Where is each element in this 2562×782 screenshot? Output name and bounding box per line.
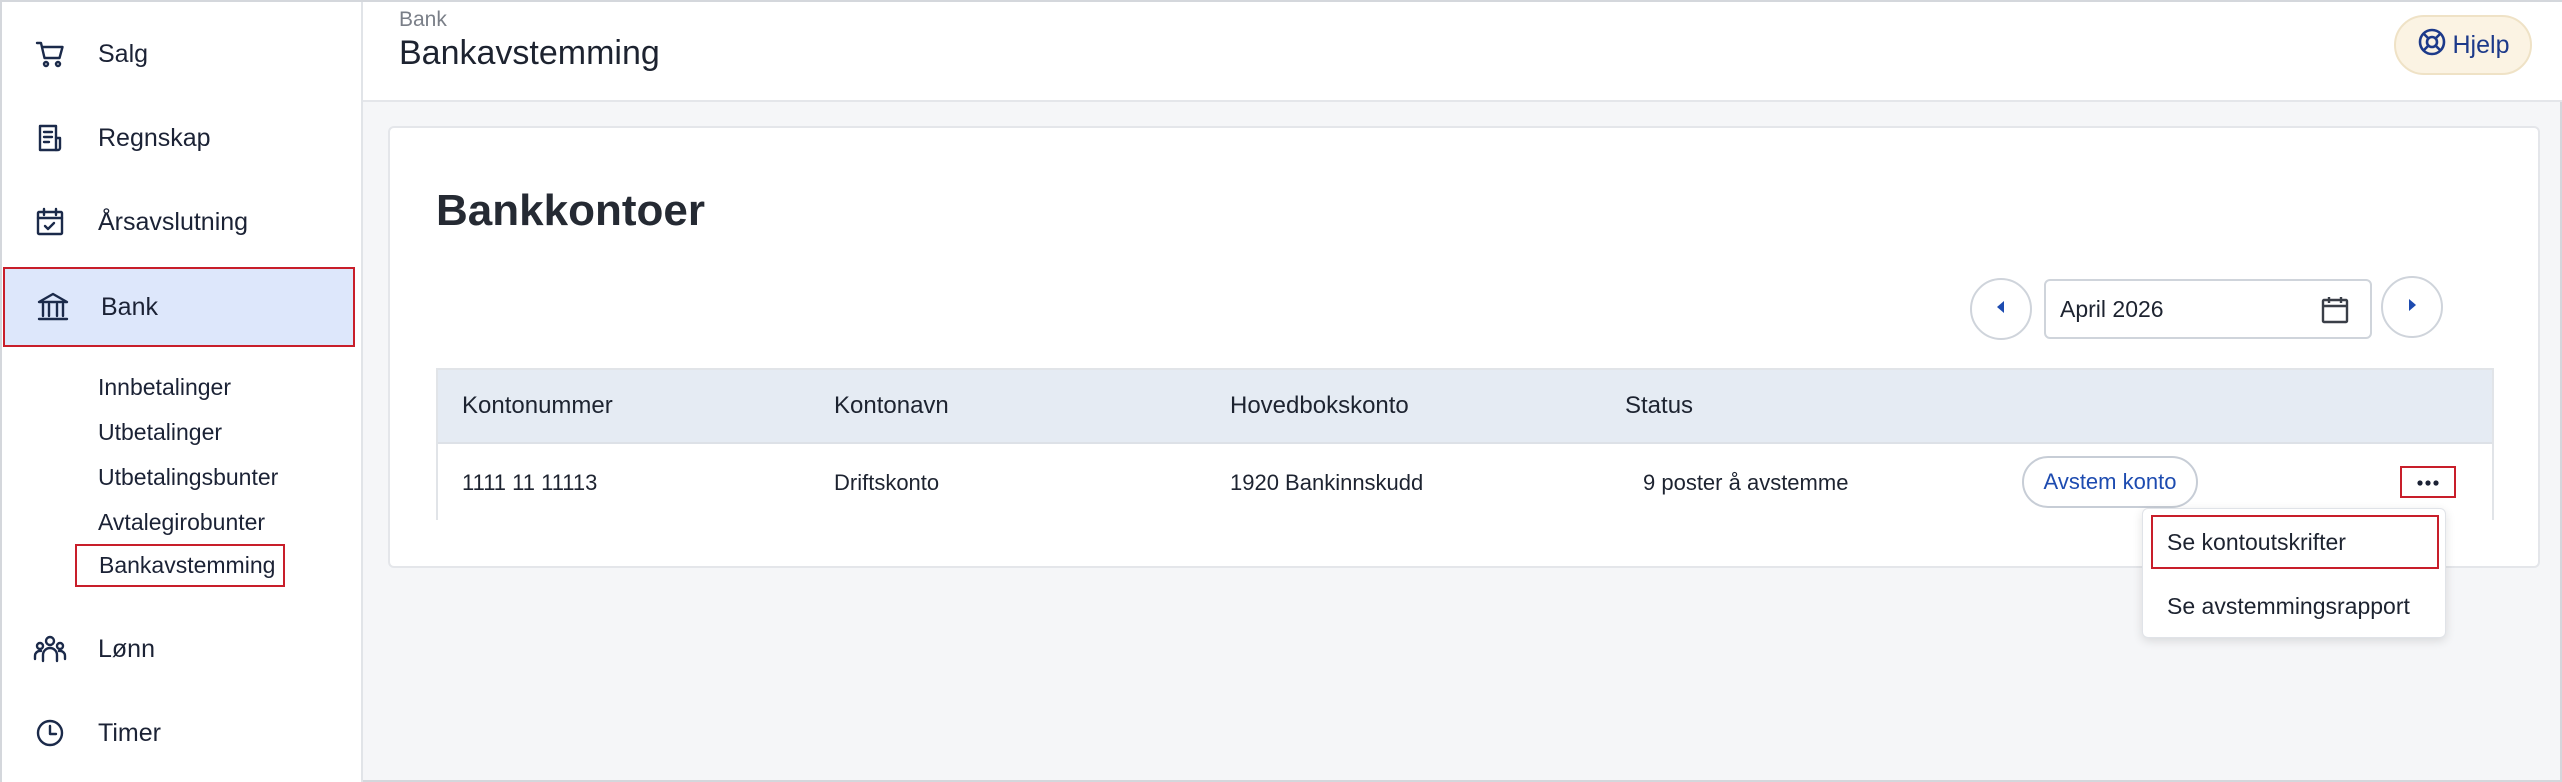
help-button[interactable]: Hjelp [2394, 15, 2532, 75]
cell-hovedbokskonto: 1920 Bankinnskudd [1230, 470, 1424, 495]
cell-kontonavn: Driftskonto [834, 470, 940, 495]
column-header-status: Status [1625, 392, 1694, 419]
lifebuoy-icon [2417, 27, 2447, 64]
column-header-kontonavn: Kontonavn [834, 392, 949, 419]
sidebar-item-label: Timer [98, 718, 161, 747]
menu-item-se-avstemmingsrapport[interactable]: Se avstemmingsrapport [2151, 579, 2439, 633]
calendar-icon[interactable] [2320, 295, 2350, 331]
sidebar-item-timer[interactable]: Timer [2, 693, 355, 773]
ellipsis-icon [2417, 473, 2439, 491]
table-header: Kontonummer Kontonavn Hovedbokskonto Sta… [438, 370, 2492, 444]
sidebar-subitem-innbetalinger[interactable]: Innbetalinger [98, 374, 231, 401]
sidebar-subitem-utbetalinger[interactable]: Utbetalinger [98, 419, 222, 446]
sidebar-item-bank[interactable]: Bank [3, 267, 355, 347]
sidebar-item-label: Årsavslutning [98, 207, 249, 236]
calendar-check-icon [30, 202, 70, 242]
previous-period-button[interactable] [1970, 278, 2032, 340]
period-value: April 2026 [2060, 295, 2164, 322]
next-period-button-ctl[interactable] [2381, 276, 2443, 338]
column-header-hovedbokskonto: Hovedbokskonto [1230, 392, 1409, 419]
row-actions-menu: Se kontoutskrifter Se avstemmingsrapport [2142, 508, 2446, 638]
sidebar-item-label: Bank [101, 292, 158, 321]
sidebar-item-label: Salg [98, 39, 149, 68]
period-picker[interactable]: April 2026 [2044, 279, 2372, 339]
caret-right-icon [2405, 297, 2419, 318]
sidebar-subitem-bankavstemming[interactable]: Bankavstemming [75, 544, 286, 587]
card-title: Bankkontoer [436, 186, 705, 235]
sidebar-item-regnskap[interactable]: Regnskap [2, 98, 355, 178]
sidebar-subitem-utbetalingsbunter[interactable]: Utbetalingsbunter [98, 464, 278, 491]
bank-icon [33, 287, 73, 327]
breadcrumb[interactable]: Bank [399, 8, 447, 32]
ledger-icon [30, 118, 70, 158]
sidebar-item-salg[interactable]: Salg [2, 14, 355, 94]
page-title: Bankavstemming [399, 34, 660, 72]
app-window: Salg Regnskap Årsavslutning Bank Innbeta… [0, 0, 2562, 782]
people-icon [30, 629, 70, 669]
more-actions-button[interactable] [2400, 466, 2456, 498]
sidebar-subitem-avtalegirobunter[interactable]: Avtalegirobunter [98, 509, 265, 536]
sidebar-item-label: Lønn [98, 634, 155, 663]
sidebar-item-arsavslutning[interactable]: Årsavslutning [2, 182, 355, 262]
cell-status: 9 poster å avstemme [1643, 470, 1849, 495]
sidebar: Salg Regnskap Årsavslutning Bank Innbeta… [2, 2, 363, 782]
clock-icon [30, 713, 70, 753]
reconcile-account-button[interactable]: Avstem konto [2022, 456, 2198, 508]
column-header-kontonummer: Kontonummer [462, 392, 613, 419]
menu-item-se-kontoutskrifter[interactable]: Se kontoutskrifter [2151, 515, 2439, 569]
bank-accounts-card: Bankkontoer April 2026 Kontonummer Konto… [388, 126, 2540, 568]
cell-kontonummer: 1111 11 11113 [462, 470, 598, 495]
cart-icon [30, 34, 70, 74]
help-label: Hjelp [2452, 30, 2510, 59]
sidebar-item-label: Regnskap [98, 123, 211, 152]
sidebar-item-lonn[interactable]: Lønn [2, 609, 355, 689]
caret-left-icon [1994, 299, 2008, 320]
bank-accounts-table: Kontonummer Kontonavn Hovedbokskonto Sta… [436, 368, 2494, 520]
page-header: Bank Bankavstemming Hjelp [363, 2, 2562, 102]
